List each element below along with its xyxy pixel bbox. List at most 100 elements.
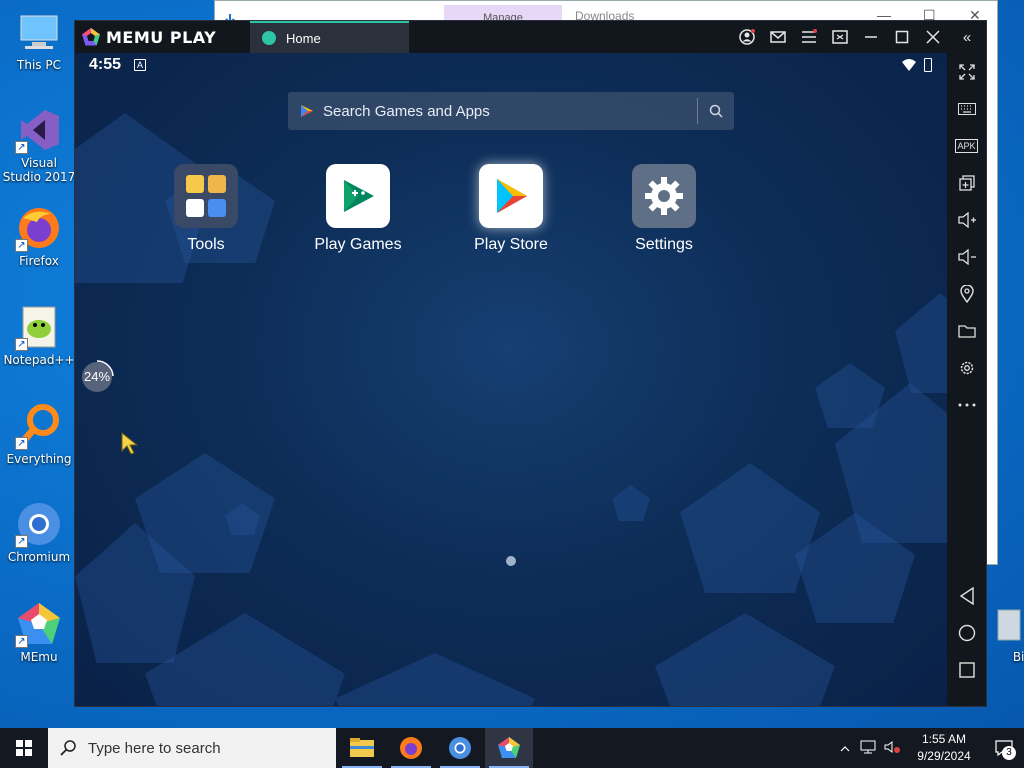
shortcut-arrow-icon: ↗ <box>15 535 28 548</box>
battery-icon <box>924 58 932 72</box>
desktop-icon-firefox[interactable]: ↗ Firefox <box>1 204 77 268</box>
home-icon[interactable] <box>947 618 986 648</box>
taskbar-clock[interactable]: 1:55 AM 9/29/2024 <box>904 731 984 765</box>
taskbar-file-explorer[interactable] <box>338 728 386 768</box>
account-icon[interactable] <box>731 21 762 53</box>
bg-shape <box>655 613 835 706</box>
shortcut-arrow-icon: ↗ <box>15 141 28 154</box>
network-icon[interactable] <box>856 740 880 757</box>
minimize-icon[interactable] <box>855 21 886 53</box>
shortcut-arrow-icon: ↗ <box>15 239 28 252</box>
status-time: 4:55 <box>89 56 122 73</box>
notification-center-icon[interactable]: 3 <box>984 728 1024 768</box>
app-play-store[interactable]: Play Store <box>456 164 566 254</box>
volume-down-icon[interactable] <box>947 242 986 272</box>
windows-taskbar: Type here to search 1:55 AM 9/29/2024 3 <box>0 728 1024 768</box>
desktop-icon-label: Notepad++ <box>3 353 75 367</box>
search-games-bar[interactable]: Search Games and Apps <box>288 92 734 130</box>
recents-icon[interactable] <box>947 655 986 685</box>
notepad-plus-plus-icon: ↗ <box>15 303 63 351</box>
app-play-games[interactable]: Play Games <box>303 164 413 254</box>
menu-icon[interactable] <box>793 21 824 53</box>
chromium-icon: ↗ <box>15 500 63 548</box>
screen-icon[interactable] <box>824 21 855 53</box>
app-tools[interactable]: Tools <box>151 164 261 254</box>
close-icon[interactable] <box>917 21 948 53</box>
home-tab-icon <box>262 31 276 45</box>
collapse-sidebar-icon[interactable]: « <box>948 21 986 53</box>
tools-folder-icon <box>174 164 238 228</box>
maximize-icon[interactable] <box>886 21 917 53</box>
taskbar-memu[interactable] <box>485 728 533 768</box>
desktop-icon-visual-studio[interactable]: ↗ Visual Studio 2017 <box>1 106 77 184</box>
memu-window: MEMU PLAY Home « 4:55 A Search Games and… <box>74 20 987 707</box>
memu-icon: ↗ <box>15 600 63 648</box>
bg-shape <box>335 653 535 706</box>
fullscreen-icon[interactable] <box>947 57 986 87</box>
settings-gear-icon <box>632 164 696 228</box>
tools-sub-icon <box>208 199 226 217</box>
tab-home[interactable]: Home <box>250 21 409 53</box>
tray-chevron-up-icon[interactable] <box>834 741 856 755</box>
app-label: Tools <box>187 236 225 253</box>
memu-logo-icon <box>82 28 100 46</box>
app-settings[interactable]: Settings <box>609 164 719 254</box>
play-store-small-icon <box>301 105 313 117</box>
play-games-icon <box>326 164 390 228</box>
multi-instance-icon[interactable] <box>947 168 986 198</box>
taskbar-search-input[interactable]: Type here to search <box>88 740 221 757</box>
android-statusbar: 4:55 A <box>75 53 947 79</box>
titlebar-buttons: « <box>731 21 986 53</box>
notification-dot <box>813 29 817 33</box>
android-screen[interactable]: 4:55 A Search Games and Apps Tools Play … <box>75 53 947 706</box>
system-tray: 1:55 AM 9/29/2024 3 <box>834 728 1024 768</box>
chromium-icon <box>449 737 471 759</box>
app-label: Play Games <box>314 236 402 253</box>
shortcut-arrow-icon: ↗ <box>15 635 28 648</box>
folder-icon[interactable] <box>947 316 986 346</box>
notification-icon: A <box>134 59 146 71</box>
desktop-icon-memu[interactable]: ↗ MEmu <box>1 600 77 664</box>
taskbar-search[interactable]: Type here to search <box>48 728 336 768</box>
tools-sub-icon <box>186 175 204 193</box>
mouse-cursor-icon <box>121 432 139 455</box>
desktop-icon-everything[interactable]: ↗ Everything <box>1 402 77 466</box>
volume-up-icon[interactable] <box>947 205 986 235</box>
desktop-icon-label: Firefox <box>19 254 59 268</box>
keyboard-icon[interactable] <box>947 94 986 124</box>
tools-sub-icon <box>208 175 226 193</box>
memu-logo: MEMU PLAY <box>81 26 216 48</box>
play-store-icon <box>479 164 543 228</box>
search-icon[interactable] <box>698 104 734 118</box>
desktop-icon-label: This PC <box>17 58 61 72</box>
volume-muted-icon[interactable] <box>880 740 904 757</box>
mail-icon[interactable] <box>762 21 793 53</box>
more-icon[interactable] <box>947 390 986 420</box>
memu-brand: MEMU PLAY <box>106 27 217 47</box>
memu-icon <box>498 737 520 758</box>
taskbar-chromium[interactable] <box>436 728 484 768</box>
location-icon[interactable] <box>947 279 986 309</box>
notification-dot <box>751 29 755 33</box>
shortcut-arrow-icon: ↗ <box>15 338 28 351</box>
memu-sidebar: APK <box>947 53 986 706</box>
settings-icon[interactable] <box>947 353 986 383</box>
desktop-icon-chromium[interactable]: ↗ Chromium <box>1 500 77 564</box>
back-icon[interactable] <box>947 581 986 611</box>
apk-icon[interactable]: APK <box>947 131 986 161</box>
this-pc-icon <box>15 8 63 56</box>
progress-label: 24% <box>83 369 111 384</box>
desktop-icon-label: MEmu <box>20 650 58 664</box>
firefox-icon: ↗ <box>15 204 63 252</box>
everything-search-icon: ↗ <box>15 402 63 450</box>
start-button[interactable] <box>0 728 48 768</box>
loading-progress: 24% <box>80 360 114 394</box>
taskbar-firefox[interactable] <box>387 728 435 768</box>
tab-home-label: Home <box>286 30 321 46</box>
desktop-icon-label: Visual Studio 2017 <box>2 156 76 184</box>
desktop-icon-this-pc[interactable]: This PC <box>1 8 77 72</box>
search-input[interactable]: Search Games and Apps <box>323 103 697 120</box>
desktop-icon-notepad-plus-plus[interactable]: ↗ Notepad++ <box>1 303 77 367</box>
app-label: Settings <box>635 236 693 253</box>
firefox-icon <box>400 737 422 759</box>
